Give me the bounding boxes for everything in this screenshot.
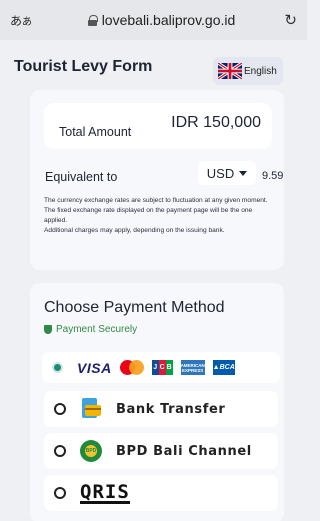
bank-transfer-icon [80, 398, 102, 420]
total-amount-box: Total Amount IDR 150,000 [44, 103, 272, 149]
payment-secure-row: Payment Securely [44, 324, 137, 335]
currency-value: USD [206, 165, 235, 181]
total-amount-value: IDR 150,000 [171, 114, 261, 131]
url-field[interactable]: lovebali.baliprov.go.id [46, 12, 277, 28]
bpd-bali-icon: BPD [80, 440, 102, 462]
payment-secure-label: Payment Securely [56, 324, 138, 335]
amex-logo: AMERICAN EXPRESS [181, 360, 205, 375]
radio-qris[interactable] [54, 487, 66, 499]
chevron-down-icon [239, 170, 248, 176]
qris-logo: QRIS [80, 480, 130, 504]
converted-amount: 9.59 [262, 170, 284, 182]
bank-transfer-label: Bank Transfer [116, 401, 226, 417]
jcb-logo: J C B [151, 360, 173, 375]
visa-logo: VISA [77, 359, 112, 376]
amount-card: Total Amount IDR 150,000 Equivalent to U… [30, 90, 284, 270]
disclaimer-line-2: Additional charges may apply, depending … [44, 227, 225, 234]
language-label: English [244, 65, 277, 77]
payment-method-card: Choose Payment Method Payment Securely V… [30, 283, 284, 521]
payment-method-title: Choose Payment Method [44, 299, 225, 316]
radio-card-selected[interactable] [52, 362, 63, 373]
card-logos: VISA J C B AMERICAN EXPRESS ▲ BCA [77, 359, 235, 376]
lock-icon [87, 14, 98, 26]
bpd-bali-label: BPD Bali Channel [116, 443, 252, 459]
payment-option-card[interactable]: VISA J C B AMERICAN EXPRESS ▲ BCA [42, 352, 280, 383]
uk-flag-icon [218, 63, 242, 79]
payment-option-bank-transfer[interactable]: Bank Transfer [44, 391, 278, 427]
page-title: Tourist Levy Form [14, 58, 153, 75]
payment-option-qris[interactable]: QRIS [44, 475, 278, 511]
reload-icon[interactable]: ↻ [277, 11, 297, 29]
radio-bpd-bali[interactable] [54, 445, 66, 457]
text-size-button[interactable]: ああ [10, 12, 46, 29]
browser-address-bar: ああ lovebali.baliprov.go.id ↻ [0, 0, 307, 40]
disclaimer-line-1: The currency exchange rates are subject … [44, 197, 268, 224]
url-text: lovebali.baliprov.go.id [101, 12, 236, 28]
mastercard-logo [119, 359, 144, 376]
language-button[interactable]: English [213, 57, 283, 85]
total-amount-label: Total Amount [59, 125, 132, 139]
payment-option-bpd-bali[interactable]: BPD BPD Bali Channel [44, 433, 278, 469]
currency-select[interactable]: USD [198, 161, 256, 185]
equivalent-label: Equivalent to [45, 170, 118, 184]
shield-icon [44, 325, 52, 334]
bca-logo: ▲ BCA [213, 360, 235, 375]
exchange-rate-disclaimer: The currency exchange rates are subject … [44, 196, 276, 236]
radio-bank-transfer[interactable] [54, 403, 66, 415]
